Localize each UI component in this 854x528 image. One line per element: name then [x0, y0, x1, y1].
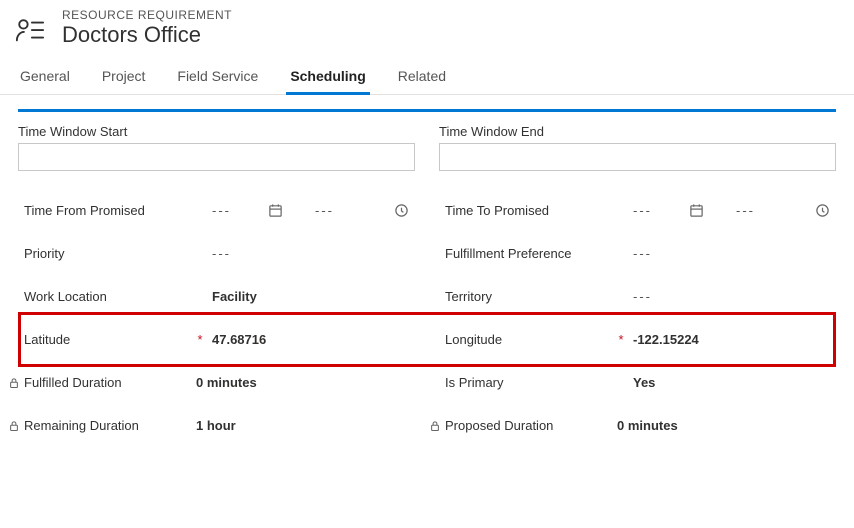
label-remaining-duration: Remaining Duration [24, 418, 178, 433]
value-date-to: --- [633, 203, 657, 218]
value-proposed-duration: 0 minutes [617, 418, 830, 433]
value-time-to: --- [736, 203, 760, 218]
field-is-primary[interactable]: Is Primary Yes [439, 361, 836, 404]
required-marker: * [194, 332, 206, 347]
value-fulfilled-duration: 0 minutes [196, 375, 409, 390]
clock-icon[interactable] [815, 203, 830, 218]
tab-field-service[interactable]: Field Service [175, 58, 260, 94]
field-fulfilled-duration: Fulfilled Duration 0 minutes [18, 361, 415, 404]
lock-icon [427, 420, 443, 432]
field-priority[interactable]: Priority --- [18, 232, 415, 275]
form-area: Time Window Start Time From Promised ---… [18, 109, 836, 447]
field-time-to-promised[interactable]: Time To Promised --- --- [439, 189, 836, 232]
value-is-primary: Yes [633, 375, 830, 390]
field-latitude[interactable]: Latitude * 47.68716 [18, 318, 415, 361]
label-latitude: Latitude [24, 332, 194, 347]
label-territory: Territory [445, 289, 615, 304]
lock-icon [6, 420, 22, 432]
label-longitude: Longitude [445, 332, 615, 347]
label-time-from-promised: Time From Promised [24, 203, 194, 218]
tab-project[interactable]: Project [100, 58, 148, 94]
tab-related[interactable]: Related [396, 58, 448, 94]
field-time-from-promised[interactable]: Time From Promised --- --- [18, 189, 415, 232]
tab-general[interactable]: General [18, 58, 72, 94]
value-longitude: -122.15224 [633, 332, 830, 347]
value-fulfillment-preference: --- [633, 246, 830, 261]
label-work-location: Work Location [24, 289, 194, 304]
field-fulfillment-preference[interactable]: Fulfillment Preference --- [439, 232, 836, 275]
label-proposed-duration: Proposed Duration [445, 418, 599, 433]
field-proposed-duration: Proposed Duration 0 minutes [439, 404, 836, 447]
section-label-tws: Time Window Start [18, 124, 415, 139]
clock-icon[interactable] [394, 203, 409, 218]
field-territory[interactable]: Territory --- [439, 275, 836, 318]
field-longitude[interactable]: Longitude * -122.15224 [439, 318, 836, 361]
label-time-to-promised: Time To Promised [445, 203, 615, 218]
section-label-twe: Time Window End [439, 124, 836, 139]
value-priority: --- [212, 246, 409, 261]
value-remaining-duration: 1 hour [196, 418, 409, 433]
page-header: RESOURCE REQUIREMENT Doctors Office [0, 0, 854, 54]
tab-scheduling[interactable]: Scheduling [288, 58, 367, 94]
label-priority: Priority [24, 246, 194, 261]
value-work-location: Facility [212, 289, 409, 304]
value-territory: --- [633, 289, 830, 304]
field-work-location[interactable]: Work Location Facility [18, 275, 415, 318]
left-column: Time Window Start Time From Promised ---… [18, 124, 415, 447]
entity-type-label: RESOURCE REQUIREMENT [62, 8, 232, 22]
value-time-from: --- [315, 203, 339, 218]
label-fulfillment-preference: Fulfillment Preference [445, 246, 615, 261]
lock-icon [6, 377, 22, 389]
value-date-from: --- [212, 203, 236, 218]
page-title: Doctors Office [62, 22, 232, 48]
tab-bar: General Project Field Service Scheduling… [0, 54, 854, 95]
calendar-icon[interactable] [268, 203, 283, 218]
required-marker: * [615, 332, 627, 347]
right-column: Time Window End Time To Promised --- --- [439, 124, 836, 447]
person-list-icon [14, 14, 46, 46]
time-window-start-input[interactable] [18, 143, 415, 171]
calendar-icon[interactable] [689, 203, 704, 218]
label-is-primary: Is Primary [445, 375, 615, 390]
field-remaining-duration: Remaining Duration 1 hour [18, 404, 415, 447]
label-fulfilled-duration: Fulfilled Duration [24, 375, 178, 390]
time-window-end-input[interactable] [439, 143, 836, 171]
value-latitude: 47.68716 [212, 332, 409, 347]
